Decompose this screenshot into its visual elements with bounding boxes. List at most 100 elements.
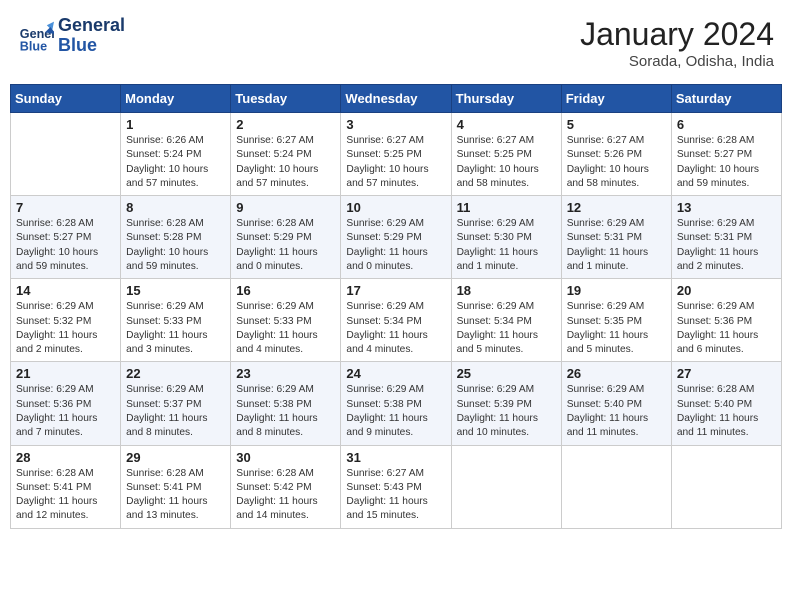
day-cell: 27 Sunrise: 6:28 AMSunset: 5:40 PMDayligh… [671,362,781,445]
day-number: 24 [346,366,445,381]
day-number: 30 [236,450,335,465]
day-cell: 9 Sunrise: 6:28 AMSunset: 5:29 PMDaylight… [231,196,341,279]
calendar-body: 1Sunrise: 6:26 AMSunset: 5:24 PMDaylight… [11,113,782,529]
title-block: January 2024 Sorada, Odisha, India [580,16,774,70]
weekday-thursday: Thursday [451,85,561,113]
day-number: 29 [126,450,225,465]
day-info: Sunrise: 6:28 AMSunset: 5:27 PMDaylight:… [16,217,115,274]
day-number: 7 [16,200,115,215]
day-cell: 4 Sunrise: 6:27 AMSunset: 5:25 PMDaylight… [451,113,561,196]
day-info: Sunrise: 6:28 AMSunset: 5:28 PMDaylight:… [126,217,225,274]
week-row-2: 7 Sunrise: 6:28 AMSunset: 5:27 PMDaylight… [11,196,782,279]
day-cell: 7 Sunrise: 6:28 AMSunset: 5:27 PMDaylight… [11,196,121,279]
day-info: Sunrise: 6:29 AMSunset: 5:40 PMDaylight:… [567,383,666,440]
day-number: 11 [457,200,556,215]
week-row-1: 1Sunrise: 6:26 AMSunset: 5:24 PMDaylight… [11,113,782,196]
day-cell: 20Sunrise: 6:29 AMSunset: 5:36 PMDayligh… [671,279,781,362]
logo-subtext: Blue [58,36,125,56]
logo-text: General [58,16,125,36]
day-number: 26 [567,366,666,381]
calendar-table: SundayMondayTuesdayWednesdayThursdayFrid… [10,84,782,529]
day-info: Sunrise: 6:27 AMSunset: 5:24 PMDaylight:… [236,134,335,191]
day-number: 25 [457,366,556,381]
day-cell [11,113,121,196]
day-number: 14 [16,283,115,298]
day-number: 22 [126,366,225,381]
day-number: 16 [236,283,335,298]
day-cell: 11 Sunrise: 6:29 AMSunset: 5:30 PMDayligh… [451,196,561,279]
day-cell [561,445,671,528]
day-info: Sunrise: 6:29 AMSunset: 5:29 PMDaylight:… [346,217,445,274]
day-cell: 17Sunrise: 6:29 AMSunset: 5:34 PMDayligh… [341,279,451,362]
day-number: 6 [677,117,776,132]
day-info: Sunrise: 6:27 AMSunset: 5:25 PMDaylight:… [457,134,556,191]
day-cell: 1Sunrise: 6:26 AMSunset: 5:24 PMDaylight… [121,113,231,196]
day-cell: 14 Sunrise: 6:29 AMSunset: 5:32 PMDayligh… [11,279,121,362]
day-number: 13 [677,200,776,215]
week-row-5: 28 Sunrise: 6:28 AMSunset: 5:41 PMDayligh… [11,445,782,528]
day-number: 9 [236,200,335,215]
day-cell [671,445,781,528]
day-number: 27 [677,366,776,381]
weekday-tuesday: Tuesday [231,85,341,113]
day-info: Sunrise: 6:28 AMSunset: 5:42 PMDaylight:… [236,467,335,524]
day-info: Sunrise: 6:29 AMSunset: 5:31 PMDaylight:… [567,217,666,274]
weekday-sunday: Sunday [11,85,121,113]
day-cell: 22 Sunrise: 6:29 AMSunset: 5:37 PMDayligh… [121,362,231,445]
day-cell: 28 Sunrise: 6:28 AMSunset: 5:41 PMDayligh… [11,445,121,528]
day-cell: 29 Sunrise: 6:28 AMSunset: 5:41 PMDayligh… [121,445,231,528]
day-number: 18 [457,283,556,298]
weekday-wednesday: Wednesday [341,85,451,113]
day-number: 1 [126,117,225,132]
day-cell: 15Sunrise: 6:29 AMSunset: 5:33 PMDayligh… [121,279,231,362]
day-number: 5 [567,117,666,132]
day-cell: 24Sunrise: 6:29 AMSunset: 5:38 PMDayligh… [341,362,451,445]
day-info: Sunrise: 6:29 AMSunset: 5:34 PMDaylight:… [457,300,556,357]
day-info: Sunrise: 6:28 AMSunset: 5:41 PMDaylight:… [16,467,115,524]
day-number: 4 [457,117,556,132]
day-info: Sunrise: 6:28 AMSunset: 5:40 PMDaylight:… [677,383,776,440]
day-cell: 5 Sunrise: 6:27 AMSunset: 5:26 PMDaylight… [561,113,671,196]
day-number: 21 [16,366,115,381]
day-cell: 3 Sunrise: 6:27 AMSunset: 5:25 PMDaylight… [341,113,451,196]
day-info: Sunrise: 6:29 AMSunset: 5:30 PMDaylight:… [457,217,556,274]
day-number: 8 [126,200,225,215]
week-row-3: 14 Sunrise: 6:29 AMSunset: 5:32 PMDayligh… [11,279,782,362]
day-number: 17 [346,283,445,298]
day-cell: 13 Sunrise: 6:29 AMSunset: 5:31 PMDayligh… [671,196,781,279]
day-info: Sunrise: 6:29 AMSunset: 5:36 PMDaylight:… [16,383,115,440]
day-cell: 2 Sunrise: 6:27 AMSunset: 5:24 PMDaylight… [231,113,341,196]
day-cell: 25 Sunrise: 6:29 AMSunset: 5:39 PMDayligh… [451,362,561,445]
weekday-friday: Friday [561,85,671,113]
day-cell: 26 Sunrise: 6:29 AMSunset: 5:40 PMDayligh… [561,362,671,445]
day-info: Sunrise: 6:29 AMSunset: 5:37 PMDaylight:… [126,383,225,440]
day-info: Sunrise: 6:29 AMSunset: 5:39 PMDaylight:… [457,383,556,440]
day-number: 3 [346,117,445,132]
day-number: 23 [236,366,335,381]
page-header: General Blue General Blue January 2024 S… [10,10,782,76]
day-info: Sunrise: 6:29 AMSunset: 5:35 PMDaylight:… [567,300,666,357]
day-number: 31 [346,450,445,465]
day-cell: 8 Sunrise: 6:28 AMSunset: 5:28 PMDaylight… [121,196,231,279]
day-info: Sunrise: 6:29 AMSunset: 5:36 PMDaylight:… [677,300,776,357]
day-number: 2 [236,117,335,132]
logo: General Blue General Blue [18,16,125,56]
day-cell: 30 Sunrise: 6:28 AMSunset: 5:42 PMDayligh… [231,445,341,528]
day-info: Sunrise: 6:29 AMSunset: 5:31 PMDaylight:… [677,217,776,274]
month-title: January 2024 [580,16,774,53]
day-info: Sunrise: 6:27 AMSunset: 5:26 PMDaylight:… [567,134,666,191]
day-info: Sunrise: 6:27 AMSunset: 5:43 PMDaylight:… [346,467,445,524]
day-cell: 23Sunrise: 6:29 AMSunset: 5:38 PMDayligh… [231,362,341,445]
day-info: Sunrise: 6:28 AMSunset: 5:41 PMDaylight:… [126,467,225,524]
day-info: Sunrise: 6:27 AMSunset: 5:25 PMDaylight:… [346,134,445,191]
day-cell: 21 Sunrise: 6:29 AMSunset: 5:36 PMDayligh… [11,362,121,445]
day-number: 28 [16,450,115,465]
day-info: Sunrise: 6:29 AMSunset: 5:33 PMDaylight:… [236,300,335,357]
day-info: Sunrise: 6:28 AMSunset: 5:29 PMDaylight:… [236,217,335,274]
day-info: Sunrise: 6:29 AMSunset: 5:32 PMDaylight:… [16,300,115,357]
day-cell [451,445,561,528]
day-number: 15 [126,283,225,298]
day-number: 12 [567,200,666,215]
day-info: Sunrise: 6:28 AMSunset: 5:27 PMDaylight:… [677,134,776,191]
weekday-monday: Monday [121,85,231,113]
